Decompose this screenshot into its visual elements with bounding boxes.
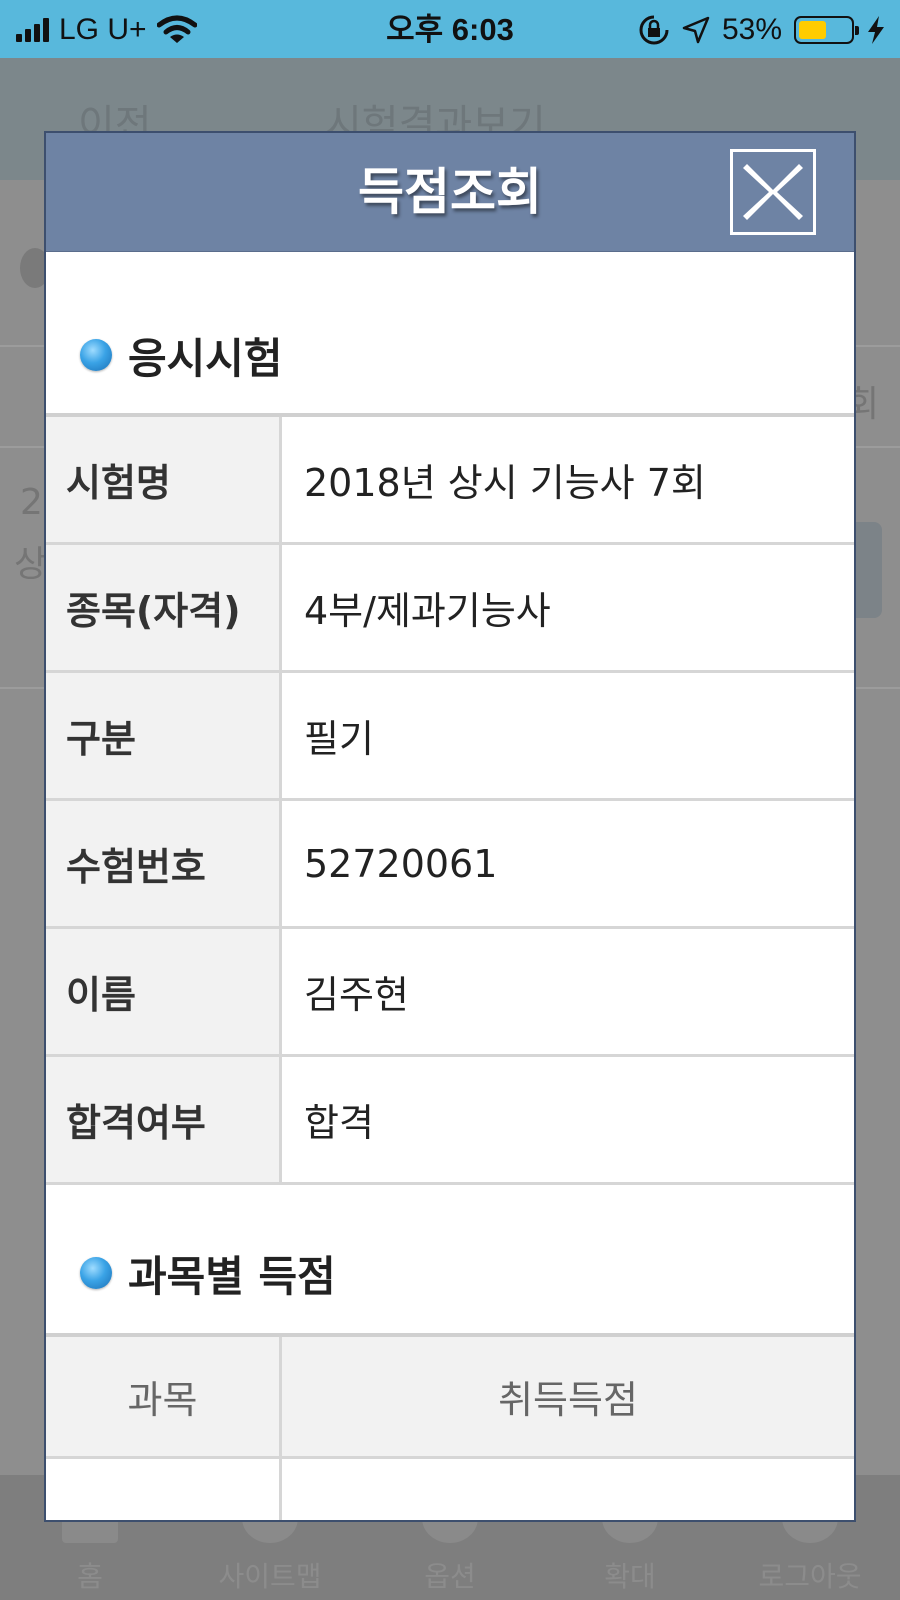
nav-label: 로그아웃 — [758, 1560, 862, 1593]
wifi-icon — [156, 15, 197, 43]
row-label: 시험명 — [46, 417, 282, 542]
row-label: 이름 — [46, 929, 282, 1054]
battery-icon — [794, 16, 859, 44]
section-scores-title: 과목별 득점 — [80, 1243, 336, 1303]
battery-fill — [799, 21, 826, 39]
charging-bolt-icon — [868, 16, 884, 44]
header-subject: 과목 — [46, 1337, 282, 1456]
exam-info-table: 시험명 2018년 상시 기능사 7회 종목(자격) 4부/제과기능사 구분 필… — [46, 413, 854, 1185]
table-row: 수험번호 52720061 — [46, 801, 854, 929]
row-label: 구분 — [46, 673, 282, 798]
signal-icon — [16, 18, 49, 42]
table-row: 구분 필기 — [46, 673, 854, 801]
row-label: 수험번호 — [46, 801, 282, 926]
battery-percent: 53% — [721, 13, 782, 46]
section-exam-title: 응시시험 — [80, 325, 283, 385]
status-right: 53% — [638, 12, 886, 48]
row-label: 종목(자격) — [46, 545, 282, 670]
status-left: LG U+ — [16, 12, 197, 48]
location-arrow-icon — [682, 16, 710, 44]
close-icon — [743, 164, 803, 220]
background-text-fragment: 상 — [14, 544, 48, 585]
section-exam-label: 응시시험 — [128, 333, 283, 383]
row-value: 4부/제과기능사 — [304, 589, 551, 633]
row-value: 2018년 상시 기능사 7회 — [304, 461, 706, 505]
nav-label: 옵션 — [424, 1560, 476, 1593]
background-text-fragment: 2 — [20, 482, 43, 523]
table-row: 이름 김주현 — [46, 929, 854, 1057]
nav-label: 확대 — [604, 1560, 656, 1593]
row-value: 김주현 — [304, 973, 409, 1017]
bullet-icon — [80, 339, 112, 371]
table-row: 시험명 2018년 상시 기능사 7회 — [46, 417, 854, 545]
table-row: 합격여부 합격 — [46, 1057, 854, 1185]
section-scores-label: 과목별 득점 — [128, 1251, 336, 1301]
score-table-header: 과목 취득득점 — [46, 1337, 854, 1459]
score-cell — [46, 1459, 282, 1520]
modal-header: 득점조회 — [46, 133, 854, 252]
score-inquiry-modal: 득점조회 응시시험 시험명 2018년 상시 기능사 7회 종목(자격) 4부/… — [46, 133, 854, 1520]
bullet-icon — [80, 1257, 112, 1289]
header-score: 취득득점 — [498, 1378, 638, 1422]
carrier-label: LG U+ — [59, 13, 147, 46]
table-row — [46, 1459, 854, 1520]
row-label: 합격여부 — [46, 1057, 282, 1182]
nav-label: 사이트맵 — [218, 1560, 322, 1593]
nav-label: 홈 — [77, 1560, 103, 1593]
row-value: 52720061 — [304, 841, 498, 886]
row-value: 합격 — [304, 1101, 374, 1145]
table-row: 종목(자격) 4부/제과기능사 — [46, 545, 854, 673]
subject-score-table: 과목 취득득점 — [46, 1333, 854, 1520]
row-value: 필기 — [304, 717, 374, 761]
rotation-lock-icon — [639, 15, 669, 45]
status-bar: LG U+ 오후 6:03 53% — [0, 0, 900, 58]
close-button[interactable] — [730, 149, 816, 235]
